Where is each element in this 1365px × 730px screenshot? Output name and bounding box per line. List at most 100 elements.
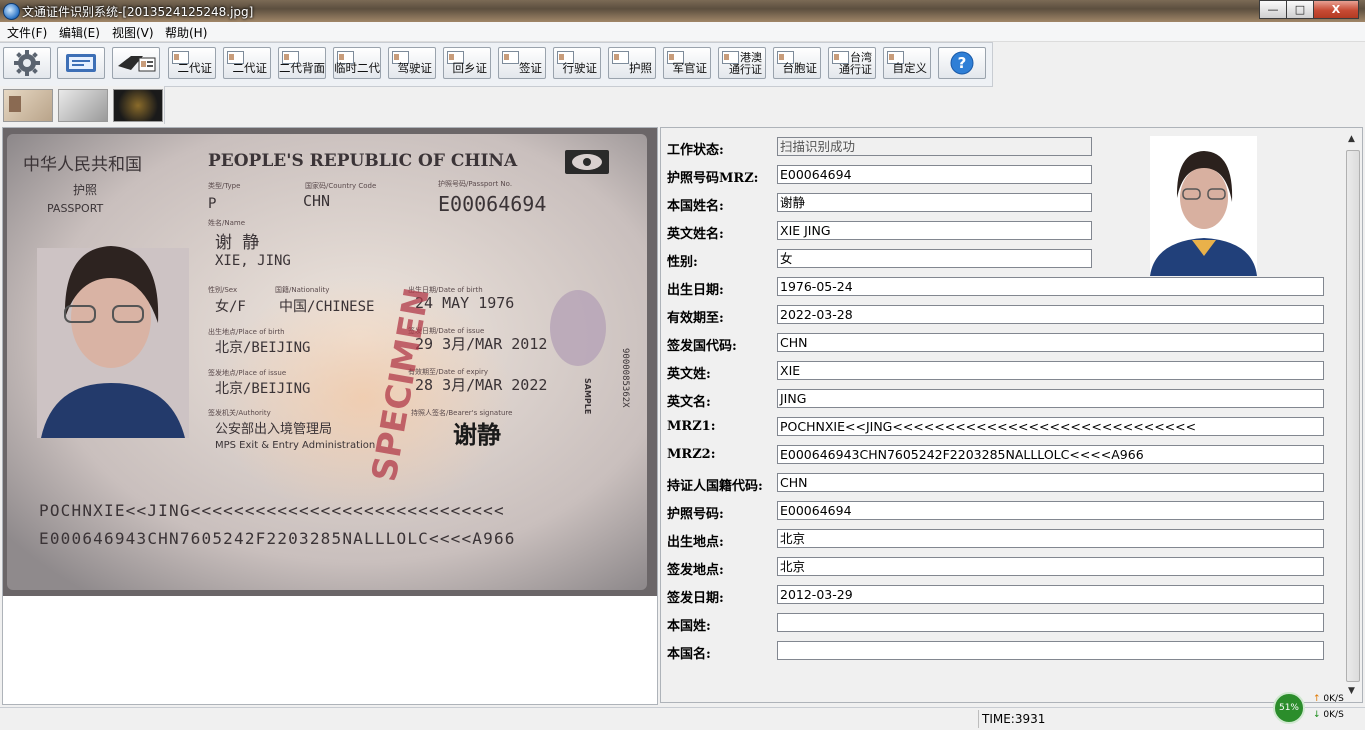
- gear-icon: [14, 50, 40, 76]
- menu-edit[interactable]: 编辑(E): [59, 24, 100, 41]
- id2-button[interactable]: 二代证: [168, 47, 216, 79]
- toolbar-button-label: 签证: [519, 61, 542, 75]
- scan-pob: 北京/BEIJING: [215, 340, 310, 356]
- scroll-up-arrow-icon[interactable]: ▲: [1348, 134, 1355, 144]
- download-speed: ↓ 0K/S: [1313, 710, 1344, 720]
- scan-header-cn: 中华人民共和国: [23, 155, 142, 175]
- place-of-birth-field[interactable]: 北京: [777, 529, 1324, 548]
- upload-speed-value: 0K/S: [1323, 694, 1344, 704]
- thumbnail-passport[interactable]: [113, 89, 163, 122]
- svg-text:?: ?: [958, 54, 967, 72]
- field-label: 签发国代码:: [667, 339, 737, 354]
- scan-country-label: 国家码/Country Code: [305, 181, 376, 190]
- menu-view[interactable]: 视图(V): [112, 24, 154, 41]
- scan-sex-label: 性别/Sex: [208, 285, 237, 294]
- scan-authority-label: 签发机关/Authority: [208, 408, 271, 417]
- ghost-portrait: [550, 290, 606, 366]
- field-label: 英文姓:: [667, 367, 711, 382]
- english-name-field[interactable]: XIE JING: [777, 221, 1092, 240]
- settings-button[interactable]: [3, 47, 51, 79]
- scanner-icon: [66, 54, 96, 72]
- help-icon: ?: [950, 51, 974, 75]
- scan-mrz1: POCHNXIE<<JING<<<<<<<<<<<<<<<<<<<<<<<<<<…: [39, 501, 505, 520]
- native-surname-field[interactable]: [777, 613, 1324, 632]
- home-return-permit-button[interactable]: 回乡证: [443, 47, 491, 79]
- scan-type: P: [208, 196, 216, 212]
- maximize-button[interactable]: □: [1286, 0, 1314, 19]
- field-label: 有效期至:: [667, 311, 724, 326]
- driver-license-button[interactable]: 驾驶证: [388, 47, 436, 79]
- toolbar-button-sublabel: 通行证: [729, 63, 762, 76]
- native-name-field[interactable]: 谢静: [777, 193, 1092, 212]
- scan-type-label: 类型/Type: [208, 181, 240, 190]
- english-surname-field[interactable]: XIE: [777, 361, 1324, 380]
- scrollbar-thumb[interactable]: [1346, 150, 1360, 682]
- id2-back-button[interactable]: 二代背面: [278, 47, 326, 79]
- passport-button[interactable]: 护照: [608, 47, 656, 79]
- toolbar-button-label: 自定义: [892, 61, 928, 75]
- mrz2-field[interactable]: E000646943CHN7605242F2203285NALLLOLC<<<<…: [777, 445, 1324, 464]
- scan-image-panel: 中华人民共和国 PEOPLE'S REPUBLIC OF CHINA 护照 PA…: [2, 127, 658, 705]
- scan-sex: 女/F: [215, 298, 246, 315]
- holder-nationality-field[interactable]: CHN: [777, 473, 1324, 492]
- passport-number-field[interactable]: E00064694: [777, 501, 1324, 520]
- vehicle-license-button[interactable]: 行驶证: [553, 47, 601, 79]
- network-monitor: 51% ↑ 0K/S ↓ 0K/S: [1273, 690, 1363, 728]
- toolbar-button-label: 二代证: [232, 61, 268, 75]
- place-of-issue-field[interactable]: 北京: [777, 557, 1324, 576]
- toolbar-button-label: 护照: [629, 61, 652, 75]
- scan-signature-label: 持照人签名/Bearer's signature: [411, 408, 512, 417]
- scan-authority-en: MPS Exit & Entry Administration: [215, 440, 375, 451]
- card-reader-icon: [118, 56, 156, 72]
- scan-doe: 28 3月/MAR 2022: [415, 376, 547, 394]
- thumbnail-card-back[interactable]: [58, 89, 108, 122]
- issuing-country-field[interactable]: CHN: [777, 333, 1324, 352]
- scan-sample-mark: SAMPLE: [583, 378, 592, 414]
- taiwan-pass-button[interactable]: 台湾 通行证: [828, 47, 876, 79]
- field-label: 出生地点:: [667, 535, 724, 550]
- menu-help[interactable]: 帮助(H): [165, 24, 207, 41]
- mrz1-field[interactable]: POCHNXIE<<JING<<<<<<<<<<<<<<<<<<<<<<<<<<…: [777, 417, 1324, 436]
- toolbar-button-label: 二代证: [177, 61, 213, 75]
- thumbnail-id-card[interactable]: [3, 89, 53, 122]
- native-given-name-field[interactable]: [777, 641, 1324, 660]
- passport-mrz-number-field[interactable]: E00064694: [777, 165, 1092, 184]
- field-label: 本国名:: [667, 647, 711, 662]
- field-label: 英文姓名:: [667, 227, 724, 242]
- field-label: 签发地点:: [667, 563, 724, 578]
- minimize-button[interactable]: —: [1259, 0, 1287, 19]
- card-reader-button[interactable]: [112, 47, 160, 79]
- close-button[interactable]: X: [1313, 0, 1359, 19]
- upload-speed: ↑ 0K/S: [1313, 694, 1344, 704]
- scan-passport-cn: 护照: [73, 183, 97, 197]
- passport-portrait: [37, 246, 189, 438]
- scan-poi: 北京/BEIJING: [215, 381, 310, 397]
- app-icon: [3, 3, 20, 20]
- id2-temp-button[interactable]: 临时二代: [333, 47, 381, 79]
- officer-card-button[interactable]: 军官证: [663, 47, 711, 79]
- upload-arrow-icon: ↑: [1313, 694, 1321, 704]
- field-label: 工作状态:: [667, 143, 724, 158]
- id2b-button[interactable]: 二代证: [223, 47, 271, 79]
- vertical-scrollbar[interactable]: ▲ ▼: [1345, 132, 1360, 698]
- custom-button[interactable]: 自定义: [883, 47, 931, 79]
- help-button[interactable]: ?: [938, 47, 986, 79]
- biometric-chip-icon: [565, 150, 609, 174]
- portrait-photo: [1150, 136, 1257, 276]
- field-label: 性别:: [667, 255, 698, 270]
- sex-field[interactable]: 女: [777, 249, 1092, 268]
- scan-mrz2: E000646943CHN7605242F2203285NALLLOLC<<<<…: [39, 529, 516, 548]
- hk-macau-pass-button[interactable]: 港澳 通行证: [718, 47, 766, 79]
- scan-button[interactable]: [57, 47, 105, 79]
- field-label: MRZ1:: [667, 419, 716, 434]
- issue-date-field[interactable]: 2012-03-29: [777, 585, 1324, 604]
- date-of-birth-field[interactable]: 1976-05-24: [777, 277, 1324, 296]
- expiry-date-field[interactable]: 2022-03-28: [777, 305, 1324, 324]
- passport-scan-image: 中华人民共和国 PEOPLE'S REPUBLIC OF CHINA 护照 PA…: [3, 128, 657, 596]
- toolbar-button-label: 驾驶证: [397, 61, 433, 75]
- menu-file[interactable]: 文件(F): [7, 24, 47, 41]
- visa-button[interactable]: 签证: [498, 47, 546, 79]
- taiwan-compatriot-button[interactable]: 台胞证: [773, 47, 821, 79]
- field-label: 出生日期:: [667, 283, 724, 298]
- english-given-name-field[interactable]: JING: [777, 389, 1324, 408]
